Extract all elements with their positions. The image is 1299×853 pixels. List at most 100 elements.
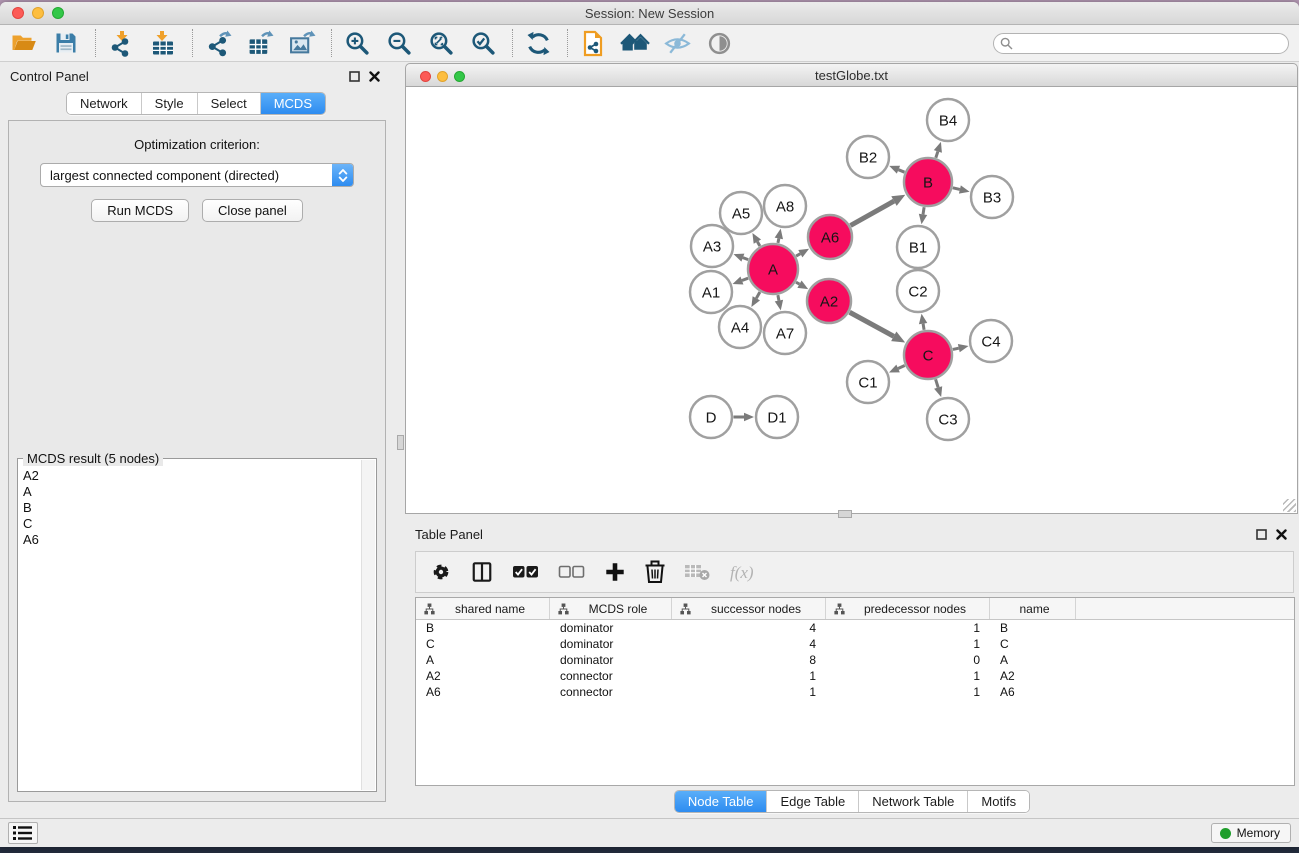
search-box[interactable] — [993, 33, 1289, 54]
node-label-D: D — [706, 409, 717, 426]
graph-edge-B-B1[interactable] — [923, 207, 924, 214]
table-row[interactable]: A6connector11A6 — [416, 684, 1294, 700]
table-cell: 0 — [826, 653, 990, 667]
export-network-button[interactable] — [203, 28, 233, 58]
trash-button[interactable] — [645, 560, 665, 584]
float-panel-icon[interactable] — [349, 71, 360, 82]
criterion-select[interactable]: largest connected component (directed) — [40, 163, 354, 187]
close-window-button[interactable] — [12, 7, 24, 19]
tab-select[interactable]: Select — [198, 93, 261, 114]
table-row[interactable]: Bdominator41B — [416, 620, 1294, 636]
node-label-C2: C2 — [908, 283, 927, 300]
table-row[interactable]: Adominator80A — [416, 652, 1294, 668]
network-canvas[interactable]: B4B2BB3A8A5A6A3B1AA1C2A2A4A7C4CC1C3DD1 — [405, 87, 1298, 514]
close-panel-icon[interactable] — [1276, 529, 1287, 540]
graph-edge-B-B2[interactable] — [898, 170, 904, 173]
net-zoom-button[interactable] — [454, 71, 465, 82]
mcds-result-item[interactable]: A6 — [19, 532, 361, 548]
zoom-out-button[interactable] — [384, 28, 414, 58]
table-tabs: Node TableEdge TableNetwork TableMotifs — [674, 790, 1030, 813]
refresh-button[interactable] — [523, 28, 553, 58]
open-folder-button[interactable] — [9, 28, 39, 58]
tab-motifs[interactable]: Motifs — [968, 791, 1029, 812]
graph-edge-C-C2[interactable] — [923, 324, 924, 330]
tab-mcds[interactable]: MCDS — [261, 93, 325, 114]
float-panel-icon[interactable] — [1256, 529, 1267, 540]
graph-edge-A6-B[interactable] — [850, 201, 893, 225]
column-header-predecessor-nodes[interactable]: predecessor nodes — [826, 598, 990, 619]
mcds-result-item[interactable]: A2 — [19, 468, 361, 484]
table-row[interactable]: Cdominator41C — [416, 636, 1294, 652]
column-header-successor-nodes[interactable]: successor nodes — [672, 598, 826, 619]
zoom-fit-button[interactable] — [426, 28, 456, 58]
graph-edge-B-B4[interactable] — [936, 151, 938, 157]
node-label-B1: B1 — [909, 239, 927, 256]
edge-arrowhead-icon — [958, 344, 969, 352]
graph-edge-A2-C[interactable] — [850, 312, 894, 336]
node-label-A4: A4 — [731, 319, 749, 336]
trash-icon — [645, 560, 665, 584]
save-session-button[interactable] — [51, 28, 81, 58]
graph-edge-C-C3[interactable] — [936, 379, 939, 387]
node-label-A5: A5 — [732, 205, 750, 222]
graph-edge-A-A2[interactable] — [796, 282, 799, 284]
zoom-in-button[interactable] — [342, 28, 372, 58]
graph-edge-A-A3[interactable] — [743, 258, 748, 260]
table-header-row: shared nameMCDS rolesuccessor nodesprede… — [416, 598, 1294, 620]
tab-network-table[interactable]: Network Table — [859, 791, 968, 812]
columns-button[interactable] — [471, 561, 493, 583]
open-session-file-button[interactable] — [578, 28, 608, 58]
hide-glasses-button[interactable] — [662, 28, 692, 58]
graph-edge-A-A1[interactable] — [742, 278, 748, 280]
export-image-button[interactable] — [287, 28, 317, 58]
graph-edge-C-C1[interactable] — [898, 365, 905, 368]
zoom-window-button[interactable] — [52, 7, 64, 19]
zoom-in-icon — [344, 30, 371, 57]
gear-button[interactable] — [430, 561, 452, 583]
graph-edge-C-C4[interactable] — [953, 348, 959, 349]
mcds-result-item[interactable]: C — [19, 516, 361, 532]
tab-network[interactable]: Network — [67, 93, 142, 114]
horizontal-splitter-handle[interactable] — [838, 510, 852, 518]
check-on-button[interactable] — [512, 565, 539, 579]
close-panel-button[interactable]: Close panel — [202, 199, 303, 222]
mcds-result-item[interactable]: A — [19, 484, 361, 500]
tab-edge-table[interactable]: Edge Table — [767, 791, 859, 812]
home-button[interactable] — [620, 28, 650, 58]
graph-edge-B-B3[interactable] — [953, 188, 960, 190]
resize-grip-icon[interactable] — [1283, 499, 1296, 512]
tab-style[interactable]: Style — [142, 93, 198, 114]
search-input[interactable] — [1017, 36, 1288, 50]
vertical-splitter-handle[interactable] — [397, 435, 404, 450]
plus-button[interactable] — [604, 561, 626, 583]
net-close-button[interactable] — [420, 71, 431, 82]
check-off-button[interactable] — [558, 565, 585, 579]
graph-edge-A-A8[interactable] — [778, 238, 779, 243]
column-header-shared-name[interactable]: shared name — [416, 598, 550, 619]
mcds-result-item[interactable]: B — [19, 500, 361, 516]
import-table-button[interactable] — [148, 28, 178, 58]
column-header-mcds-role[interactable]: MCDS role — [550, 598, 672, 619]
mcds-result-list: A2ABCA6 — [19, 460, 361, 790]
show-eye-button[interactable] — [704, 28, 734, 58]
import-network-button[interactable] — [106, 28, 136, 58]
minimize-window-button[interactable] — [32, 7, 44, 19]
graph-edge-A-A7[interactable] — [778, 295, 779, 301]
table-panel-title: Table Panel — [415, 527, 483, 542]
column-header-name[interactable]: name — [990, 598, 1076, 619]
task-history-button[interactable] — [8, 822, 38, 844]
tab-node-table[interactable]: Node Table — [675, 791, 768, 812]
run-mcds-button[interactable]: Run MCDS — [91, 199, 189, 222]
graph-edge-A-A4[interactable] — [756, 292, 760, 298]
zoom-selected-button[interactable] — [468, 28, 498, 58]
graph-edge-A-A5[interactable] — [757, 242, 759, 246]
result-scrollbar[interactable] — [361, 460, 375, 790]
table-cell: 1 — [826, 685, 990, 699]
export-table-button[interactable] — [245, 28, 275, 58]
open-session-file-icon — [581, 30, 605, 57]
memory-button[interactable]: Memory — [1211, 823, 1291, 843]
graph-edge-A-A6[interactable] — [796, 254, 800, 256]
close-panel-icon[interactable] — [369, 71, 380, 82]
table-row[interactable]: A2connector11A2 — [416, 668, 1294, 684]
net-minimize-button[interactable] — [437, 71, 448, 82]
